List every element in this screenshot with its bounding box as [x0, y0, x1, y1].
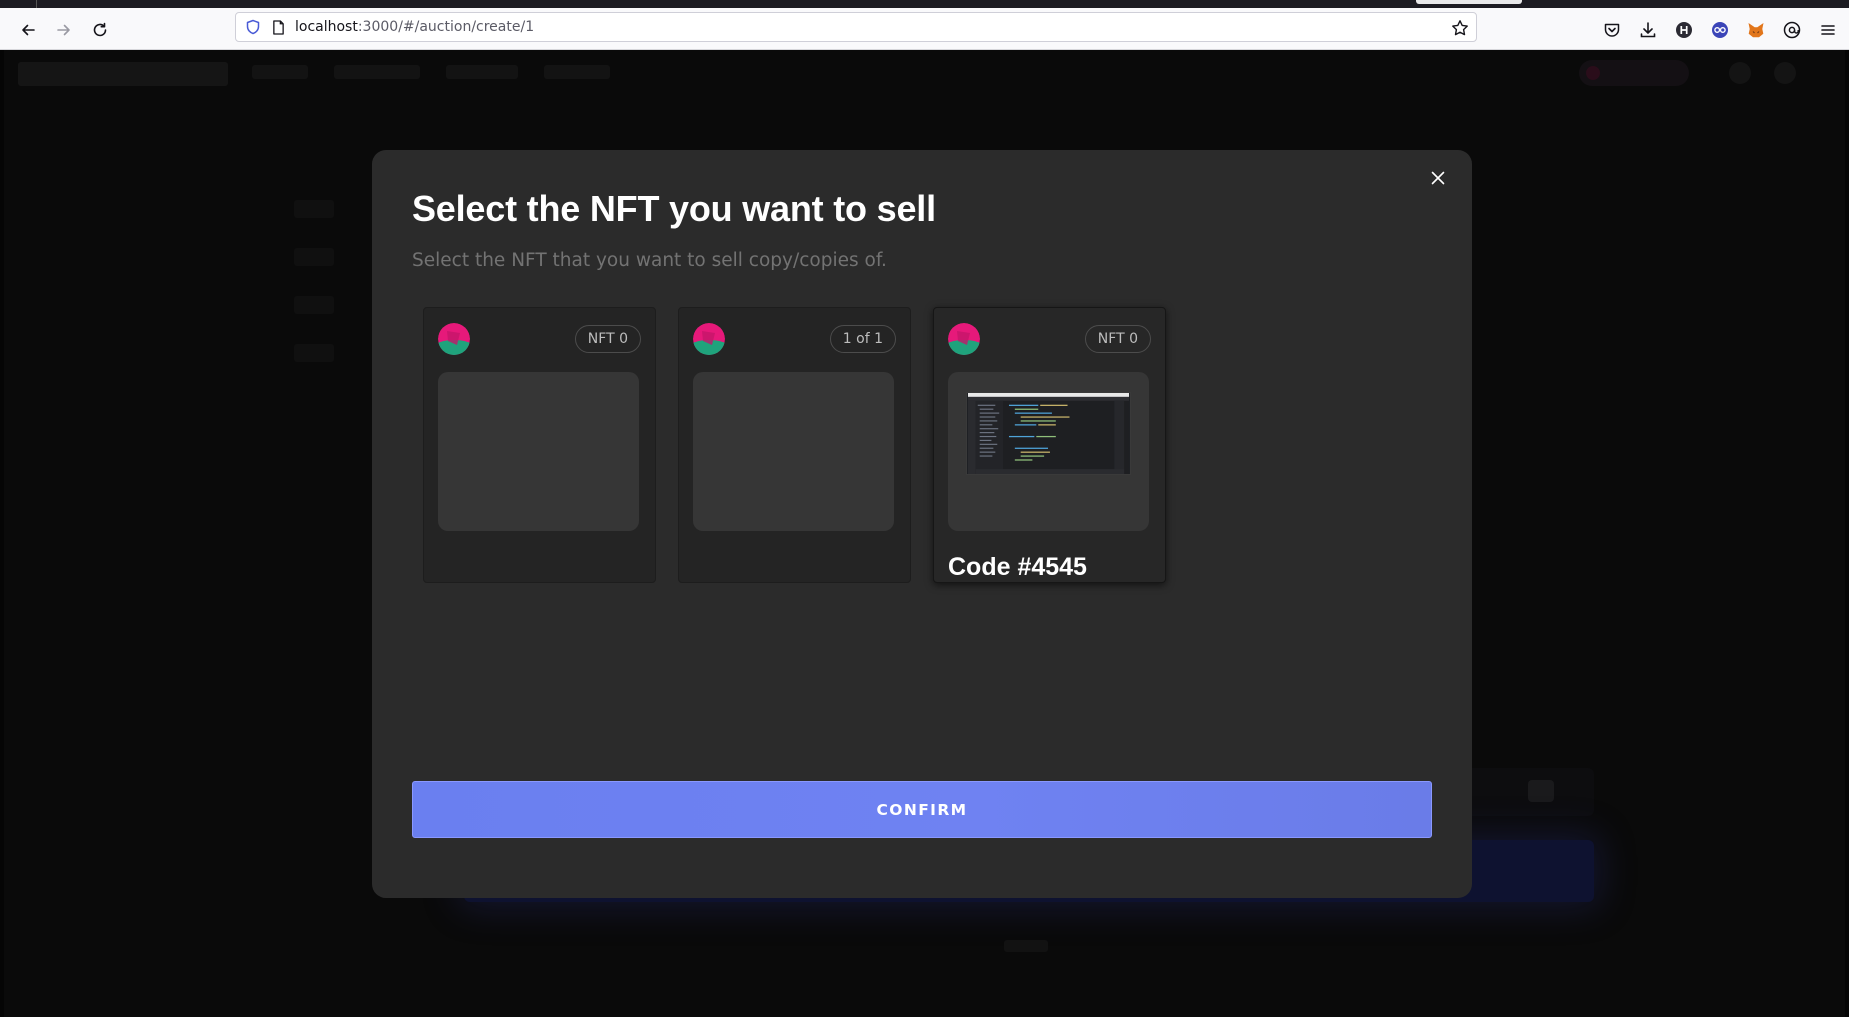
download-icon[interactable]: [1637, 19, 1659, 41]
modal-title: Select the NFT you want to sell: [412, 188, 936, 229]
page-nav-link: [446, 65, 518, 79]
pocket-icon[interactable]: [1601, 19, 1623, 41]
page-logo: [18, 62, 228, 86]
select-nft-modal: Select the NFT you want to sell Select t…: [372, 150, 1472, 898]
page-info-icon[interactable]: [270, 19, 286, 35]
confirm-button-label: CONFIRM: [876, 800, 968, 819]
url-bar[interactable]: localhost:3000/#/auction/create/1: [235, 12, 1477, 42]
page-nav-link: [252, 65, 308, 79]
url-text: localhost:3000/#/auction/create/1: [295, 19, 534, 35]
page-footer-text: [1004, 940, 1048, 952]
close-icon: [1431, 171, 1445, 185]
tab-divider: [36, 0, 37, 8]
close-button[interactable]: [1426, 166, 1450, 190]
forward-button[interactable]: [50, 16, 78, 44]
page-form-line: [294, 296, 334, 314]
menu-icon[interactable]: [1817, 19, 1839, 41]
confirm-button[interactable]: CONFIRM: [412, 781, 1432, 838]
page-navbar: [4, 50, 1845, 116]
nft-card-selected[interactable]: NFT 0 Code #4545: [933, 307, 1166, 583]
forward-arrow-icon: [57, 24, 70, 36]
account-icon[interactable]: [1781, 19, 1803, 41]
page-round-button: [1774, 62, 1796, 84]
back-arrow-icon: [22, 24, 35, 36]
creator-avatar: [693, 323, 725, 355]
nft-name: Code #4545: [948, 553, 1087, 581]
creator-avatar: [948, 323, 980, 355]
page-nav-link: [544, 65, 610, 79]
reload-button[interactable]: [86, 16, 114, 44]
active-tab[interactable]: [1416, 0, 1522, 4]
code-editor-screenshot-image: [966, 392, 1131, 475]
nft-image-placeholder: [438, 372, 639, 531]
creator-avatar: [438, 323, 470, 355]
modal-subtitle: Select the NFT that you want to sell cop…: [412, 250, 887, 271]
bookmark-star-icon[interactable]: [1450, 18, 1470, 38]
browser-tabstrip: [0, 0, 1849, 8]
nft-card[interactable]: 1 of 1: [678, 307, 911, 583]
url-host: localhost: [295, 19, 358, 35]
nft-image: [948, 372, 1149, 531]
page-round-button: [1729, 62, 1751, 84]
reload-icon: [93, 22, 107, 37]
edition-badge: NFT 0: [574, 325, 641, 353]
page-wallet-dot: [1586, 66, 1600, 80]
edition-badge: NFT 0: [1084, 325, 1151, 353]
nft-card[interactable]: NFT 0: [423, 307, 656, 583]
browser-toolbar: localhost:3000/#/auction/create/1: [0, 8, 1849, 50]
nft-image-placeholder: [693, 372, 894, 531]
extension-icon[interactable]: [1709, 19, 1731, 41]
edition-badge: 1 of 1: [829, 325, 896, 353]
h-extension-icon[interactable]: [1673, 19, 1695, 41]
page-form-line: [294, 248, 334, 266]
page-form-line: [294, 344, 334, 362]
page-form-line: [294, 200, 334, 218]
tracking-protection-shield-icon[interactable]: [244, 18, 262, 36]
back-button[interactable]: [14, 16, 42, 44]
page-input-chip: [1528, 780, 1554, 802]
page-nav-link: [334, 65, 420, 79]
url-path: :3000/#/auction/create/1: [357, 19, 535, 35]
metamask-icon[interactable]: [1745, 19, 1767, 41]
